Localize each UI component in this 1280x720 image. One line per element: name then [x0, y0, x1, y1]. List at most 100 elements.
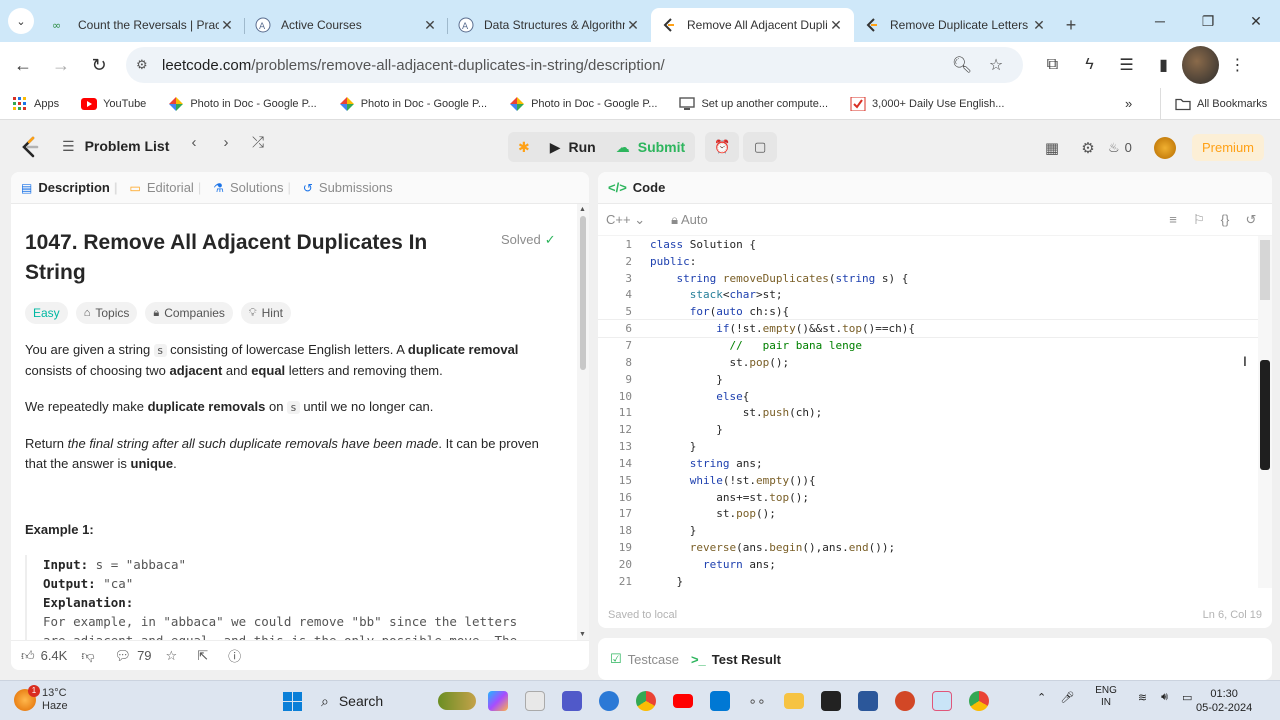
code-line[interactable]: 21 } [598, 573, 1258, 588]
dots-app-icon[interactable]: ∘∘ [739, 685, 775, 717]
layout-icon[interactable]: ▦ [1034, 139, 1070, 157]
bookmark-star-icon[interactable]: ☆ [979, 55, 1013, 75]
tab-testcase[interactable]: ☑ Testcase [610, 651, 679, 667]
media-controls-icon[interactable]: ☰ [1108, 46, 1145, 84]
code-line[interactable]: 14 string ans; [598, 455, 1258, 472]
browser-tab-3[interactable]: A Data Structures & Algorithm ✕ [448, 8, 651, 42]
bookmark-setup-computer[interactable]: Set up another compute... [679, 96, 828, 111]
more-bookmarks-icon[interactable]: » [1125, 96, 1132, 111]
comments-button[interactable]: 💬︎ 79 [115, 648, 152, 664]
restore-icon[interactable]: ❐ [1184, 0, 1232, 42]
terminal-app-icon[interactable] [813, 685, 849, 717]
tab-submissions[interactable]: ↺ Submissions [303, 180, 393, 195]
prev-problem-icon[interactable]: ‹ [178, 134, 210, 151]
address-bar[interactable]: ⚙ leetcode.com/problems/remove-all-adjac… [126, 47, 1023, 83]
all-bookmarks[interactable]: All Bookmarks [1160, 88, 1267, 120]
editor-scrollbar[interactable] [1258, 236, 1272, 588]
zoom-icon[interactable]: 🔍︎ [945, 55, 979, 75]
powerpoint-icon[interactable] [887, 685, 923, 717]
bookmark-icon[interactable]: ⚐ [1186, 212, 1212, 228]
code-line[interactable]: 5 for(auto ch:s){ [598, 303, 1258, 320]
side-panel-icon[interactable]: ▮ [1145, 46, 1182, 84]
close-icon[interactable]: ✕ [828, 17, 844, 34]
vscode-icon[interactable] [702, 685, 738, 717]
battery-icon[interactable]: ▭ [1182, 691, 1192, 704]
teams-icon[interactable] [554, 685, 590, 717]
wifi-icon[interactable]: ≋ [1138, 691, 1147, 704]
forward-button[interactable]: → [42, 46, 80, 84]
bookmark-photo-doc-3[interactable]: Photo in Doc - Google P... [509, 96, 657, 111]
volume-icon[interactable]: 🔊︎ [1161, 691, 1168, 704]
code-line[interactable]: 15 while(!st.empty()){ [598, 472, 1258, 489]
scroll-up-icon[interactable]: ▲ [579, 206, 586, 213]
code-line[interactable]: 2 public: [598, 253, 1258, 270]
code-line[interactable]: 7 // pair bana lenge [598, 337, 1258, 354]
bookmark-apps[interactable]: Apps [12, 96, 59, 111]
submit-button[interactable]: ☁ Submit [605, 132, 696, 162]
close-window-icon[interactable]: ✕ [1232, 0, 1280, 42]
bookmark-photo-doc-2[interactable]: Photo in Doc - Google P... [339, 96, 487, 111]
tab-search-button[interactable]: ⌄ [4, 4, 38, 38]
code-line[interactable]: 17 st.pop(); [598, 506, 1258, 523]
file-explorer-icon[interactable] [517, 685, 553, 717]
notes-icon[interactable]: ▢ [743, 132, 778, 162]
dislike-button[interactable]: 👎︎ [81, 648, 100, 664]
windows-start-icon[interactable] [274, 685, 310, 717]
browser-tab-5[interactable]: Remove Duplicate Letters ✕ [854, 8, 1057, 42]
timer-icon[interactable]: ⏰ [705, 132, 740, 162]
help-button[interactable]: ⓘ [228, 646, 247, 665]
copilot-icon[interactable] [480, 685, 516, 717]
code-line[interactable]: 13 } [598, 438, 1258, 455]
youtube-app-icon[interactable] [665, 685, 701, 717]
browser-tab-1[interactable]: ∞ Count the Reversals | Practic ✕ [42, 8, 245, 42]
close-icon[interactable]: ✕ [1031, 17, 1047, 34]
companies-chip[interactable]: 🔒︎ Companies [145, 302, 233, 324]
language-indicator[interactable]: ENG IN [1088, 685, 1124, 709]
bookmark-youtube[interactable]: YouTube [81, 97, 146, 111]
browser-menu-icon[interactable]: ⋮ [1219, 46, 1256, 84]
bookmark-english[interactable]: 3,000+ Daily Use English... [850, 96, 1004, 111]
code-line[interactable]: 1 class Solution { [598, 236, 1258, 253]
code-editor[interactable]: 1 class Solution {2 public: 3 string remove… [598, 236, 1258, 588]
browser-tab-4[interactable]: Remove All Adjacent Duplic ✕ [651, 8, 854, 42]
code-line[interactable]: 19 reverse(ans.begin(),ans.end()); [598, 539, 1258, 556]
premium-button[interactable]: Premium [1192, 134, 1265, 161]
topics-chip[interactable]: ⌂ Topics [75, 302, 138, 324]
reload-button[interactable]: ↻ [80, 46, 118, 84]
random-problem-icon[interactable]: ⤮ [242, 134, 274, 151]
auto-mode[interactable]: 🔒︎ Auto [671, 212, 708, 228]
extensions-puzzle-icon[interactable]: ⧉ [1034, 46, 1071, 84]
tab-editorial[interactable]: ▭ Editorial | [130, 180, 208, 195]
code-tab[interactable]: </> Code [598, 172, 1272, 204]
code-line[interactable]: 6 if(!st.empty()&&st.top()==ch){ [598, 319, 1258, 339]
favorite-button[interactable]: ☆ [166, 648, 184, 664]
chat-app-icon[interactable] [591, 685, 627, 717]
settings-gear-icon[interactable]: ⚙ [1070, 139, 1106, 157]
folder-app-icon[interactable] [776, 685, 812, 717]
debug-button[interactable]: ✱ [508, 132, 540, 162]
close-icon[interactable]: ✕ [625, 17, 641, 34]
streak-counter[interactable]: ♨ 0 [1108, 140, 1144, 156]
hint-chip[interactable]: 💡︎ Hint [240, 302, 291, 324]
bookmark-photo-doc-1[interactable]: Photo in Doc - Google P... [168, 96, 317, 111]
code-line[interactable]: 8 st.pop(); [598, 354, 1258, 371]
description-scrollbar[interactable]: ▲ ▼ [577, 204, 589, 640]
run-button[interactable]: ▶ Run [539, 132, 606, 162]
next-problem-icon[interactable]: › [210, 134, 242, 151]
tab-test-result[interactable]: >_ Test Result [691, 652, 781, 667]
taskbar-search[interactable]: ⌕ Search [311, 685, 431, 717]
like-button[interactable]: 👍︎ 6.4K [21, 648, 67, 664]
language-select[interactable]: C++ ⌄ [606, 212, 645, 228]
format-icon[interactable]: ≡ [1160, 212, 1186, 228]
browser-tab-2[interactable]: A Active Courses ✕ [245, 8, 448, 42]
profile-avatar[interactable] [1182, 46, 1219, 84]
code-line[interactable]: 3 string removeDuplicates(string s) { [598, 270, 1258, 287]
share-button[interactable]: ⇱ [197, 648, 214, 664]
user-avatar[interactable] [1154, 136, 1176, 159]
clock[interactable]: 01:30 05-02-2024 [1196, 687, 1252, 715]
close-icon[interactable]: ✕ [219, 17, 235, 34]
back-button[interactable]: ← [4, 46, 42, 84]
code-line[interactable]: 20 return ans; [598, 556, 1258, 573]
scroll-down-icon[interactable]: ▼ [579, 631, 586, 638]
leetcode-logo-icon[interactable] [20, 136, 40, 158]
